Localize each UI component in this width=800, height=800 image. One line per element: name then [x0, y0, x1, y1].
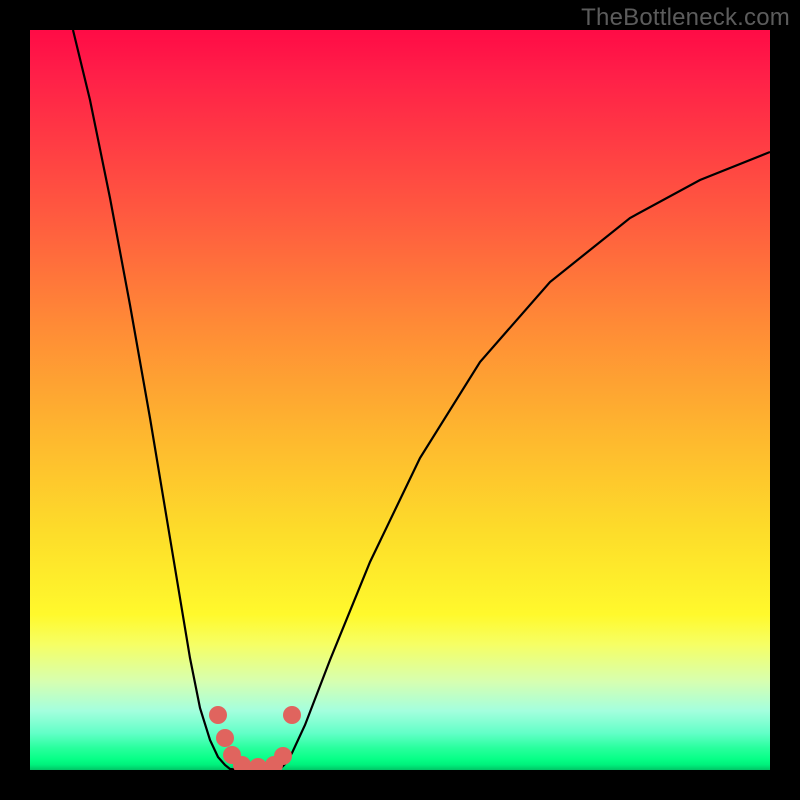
data-marker	[274, 747, 292, 765]
bottleneck-curve	[73, 30, 770, 770]
data-marker	[249, 758, 267, 770]
chart-frame: TheBottleneck.com	[0, 0, 800, 800]
curve-group	[73, 30, 770, 770]
plot-area	[30, 30, 770, 770]
data-marker	[209, 706, 227, 724]
watermark-text: TheBottleneck.com	[581, 4, 790, 32]
data-marker	[216, 729, 234, 747]
chart-svg	[30, 30, 770, 770]
marker-group	[209, 706, 301, 770]
data-marker	[283, 706, 301, 724]
